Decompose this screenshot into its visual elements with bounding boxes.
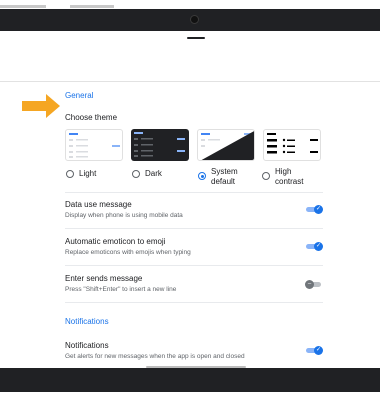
check-icon: ✓: [314, 242, 323, 251]
setting-title-data-use: Data use message: [65, 200, 132, 209]
theme-radio-system-default[interactable]: [198, 172, 206, 180]
choose-theme-label: Choose theme: [65, 113, 118, 122]
theme-radio-high-contrast[interactable]: [262, 172, 270, 180]
edge-segment: [0, 5, 46, 8]
setting-title-auto-emoji: Automatic emoticon to emoji: [65, 237, 166, 246]
setting-desc-auto-emoji: Replace emoticons with emojis when typin…: [65, 249, 191, 256]
theme-option-dark-label: Dark: [145, 169, 162, 178]
minus-icon: –: [305, 280, 314, 289]
divider: [65, 228, 323, 229]
theme-thumbnail-high-contrast[interactable]: [263, 129, 321, 161]
bottom-edge: [0, 392, 380, 400]
toggle-notifications[interactable]: ✓: [306, 346, 323, 355]
edge-segment: [70, 5, 114, 8]
setting-title-enter-sends: Enter sends message: [65, 274, 143, 283]
toggle-auto-emoji[interactable]: ✓: [306, 242, 323, 251]
section-title-notifications: Notifications: [65, 317, 109, 326]
theme-radio-light[interactable]: [66, 170, 74, 178]
setting-desc-enter-sends: Press "Shift+Enter" to insert a new line: [65, 286, 177, 293]
theme-thumbnail-dark[interactable]: [131, 129, 189, 161]
settings-content: [0, 82, 380, 368]
check-icon: ✓: [314, 346, 323, 355]
setting-desc-notifications: Get alerts for new messages when the app…: [65, 353, 245, 360]
theme-option-light-label: Light: [79, 169, 97, 178]
theme-thumbnail-system-default[interactable]: [197, 129, 255, 161]
toggle-data-use-message[interactable]: ✓: [306, 205, 323, 214]
theme-option-high-contrast-label: High contrast: [275, 167, 304, 186]
setting-title-notifications: Notifications: [65, 341, 109, 350]
toggle-enter-sends[interactable]: –: [305, 280, 322, 289]
camera-icon: [190, 15, 199, 24]
theme-thumbnail-light[interactable]: [65, 129, 123, 161]
setting-desc-data-use: Display when phone is using mobile data: [65, 212, 183, 219]
device-bezel-bottom: [0, 368, 380, 392]
top-edge: [0, 0, 380, 8]
check-icon: ✓: [314, 205, 323, 214]
drag-handle[interactable]: [187, 37, 205, 39]
section-title-general: General: [65, 91, 94, 100]
divider: [65, 302, 323, 303]
divider: [65, 265, 323, 266]
arrow-right-icon: [22, 94, 60, 118]
theme-radio-dark[interactable]: [132, 170, 140, 178]
divider: [65, 192, 323, 193]
theme-option-system-default-label: System default: [211, 167, 238, 186]
